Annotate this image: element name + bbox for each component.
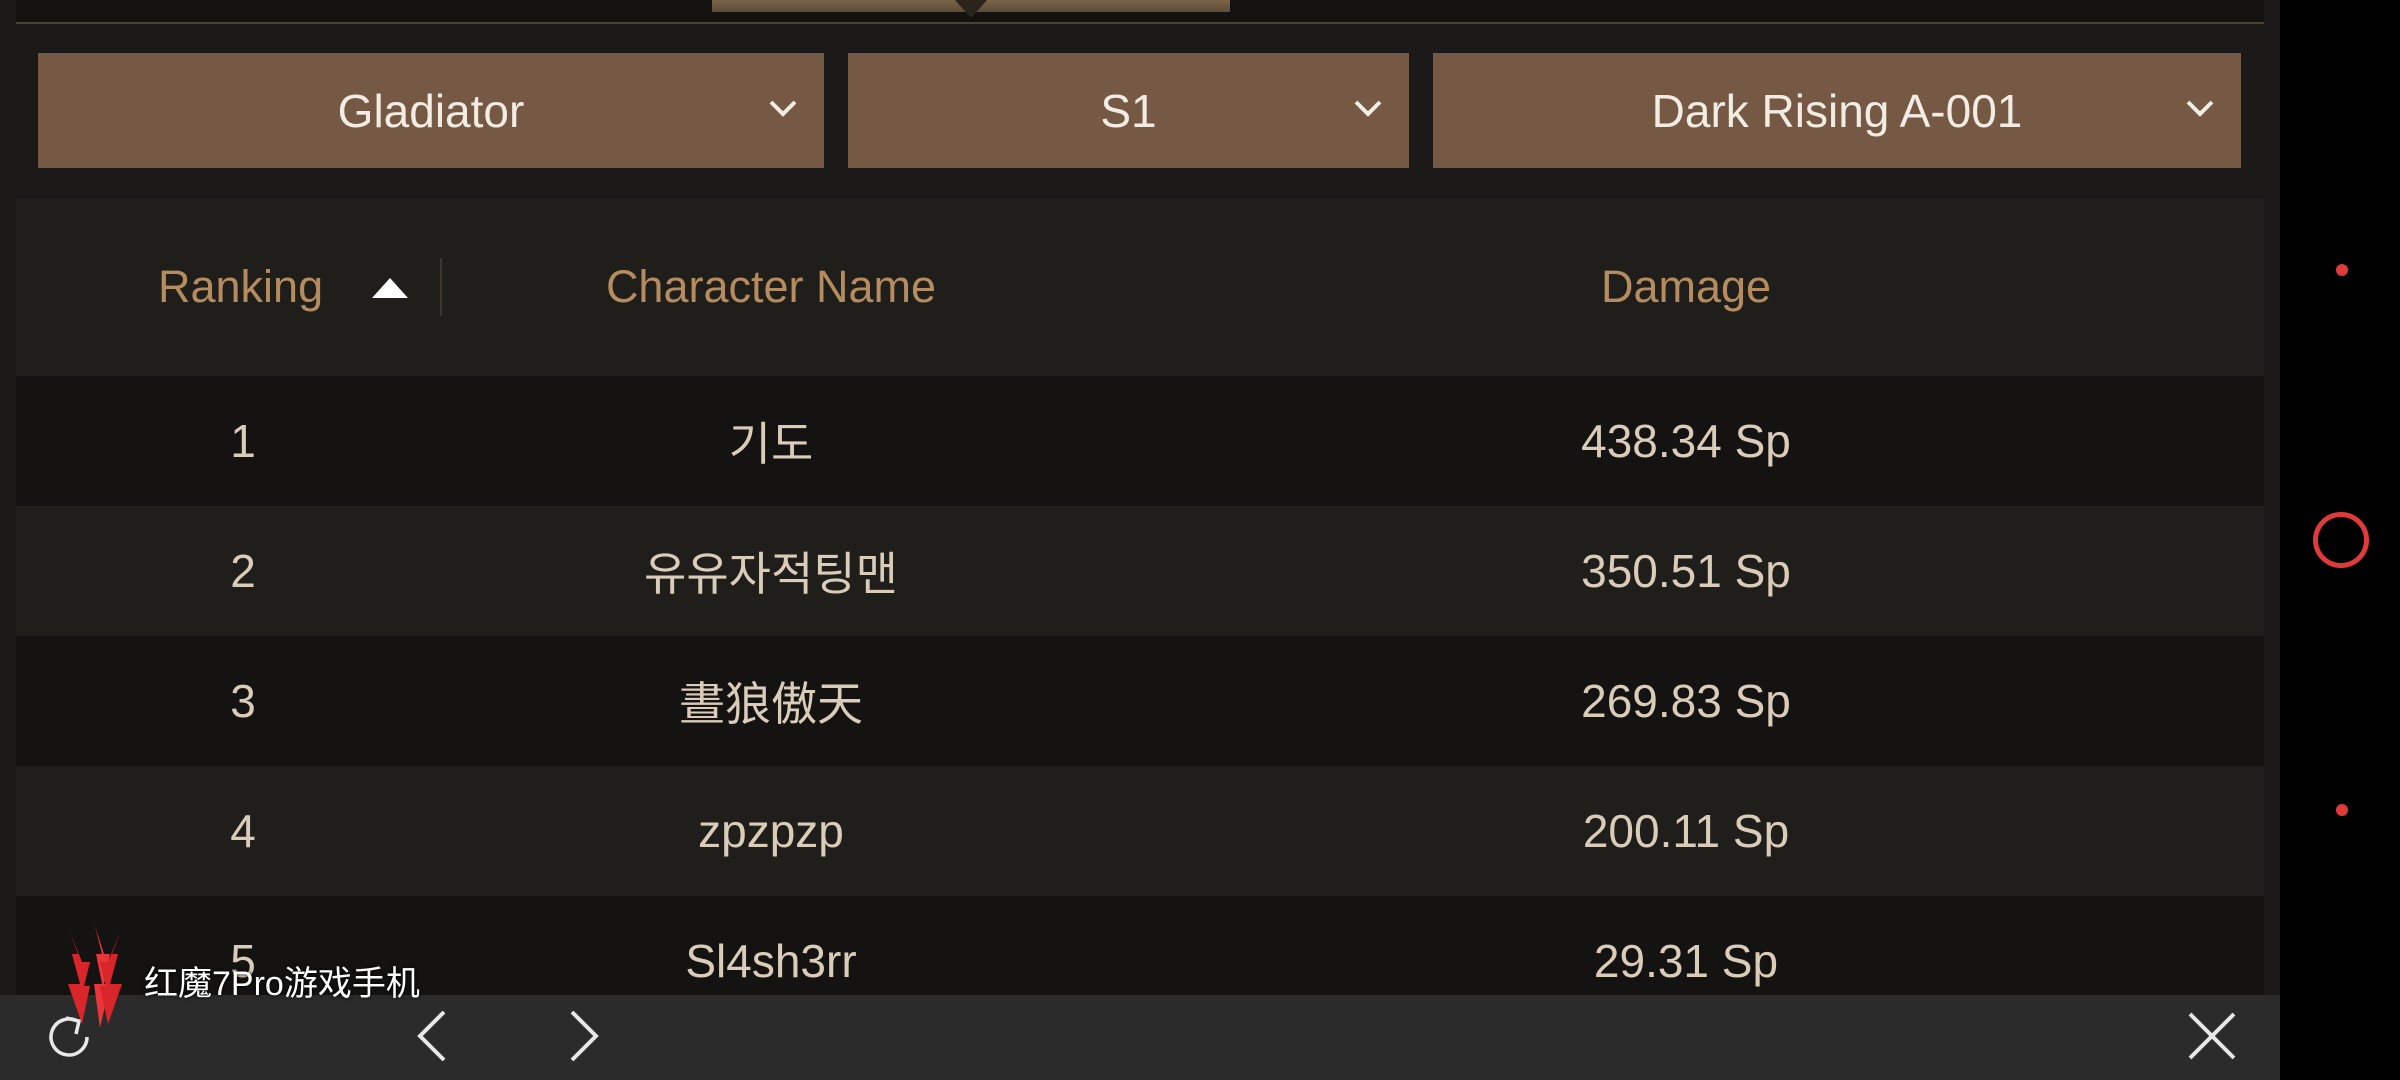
character-name-cell: Sl4sh3rr: [685, 935, 857, 987]
device-watermark: 红魔7Pro游戏手机: [60, 922, 420, 1032]
character-name-column-header: Character Name: [406, 198, 1136, 376]
sort-up-arrow-icon[interactable]: [372, 278, 408, 298]
character-name-cell: 기도: [728, 418, 814, 470]
table-row[interactable]: 4 zpzpzp 200.11 Sp: [16, 766, 2264, 896]
ranking-table: Ranking Character Name Damage 1 기도 438.3…: [16, 198, 2264, 995]
banner-notch: [955, 0, 987, 18]
character-name-header-label: Character Name: [605, 261, 937, 312]
ranking-column-header[interactable]: Ranking: [78, 198, 408, 376]
character-name-cell: 晝狼傲天: [679, 678, 863, 730]
damage-cell: 29.31 Sp: [1593, 935, 1779, 987]
home-ring-icon[interactable]: [2313, 512, 2369, 568]
chevron-down-icon: [769, 100, 797, 117]
class-dropdown[interactable]: Gladiator: [38, 53, 824, 168]
damage-cell: 350.51 Sp: [1581, 545, 1791, 597]
table-row[interactable]: 2 유유자적팅맨 350.51 Sp: [16, 506, 2264, 636]
status-dot-icon: [2336, 804, 2348, 816]
rank-cell: 3: [230, 675, 256, 727]
class-dropdown-label: Gladiator: [337, 84, 525, 137]
damage-cell: 200.11 Sp: [1582, 805, 1790, 857]
chevron-down-icon: [2186, 100, 2214, 117]
damage-cell: 269.83 Sp: [1581, 675, 1791, 727]
rank-cell: 4: [230, 805, 256, 857]
ranking-screen: Gladiator S1 Dark Rising A-001 Ranking C…: [0, 0, 2280, 1080]
chevron-right-icon[interactable]: [562, 1006, 606, 1066]
table-row[interactable]: 1 기도 438.34 Sp: [16, 376, 2264, 506]
season-dropdown-label: S1: [1100, 84, 1157, 137]
damage-column-header: Damage: [1316, 198, 2056, 376]
red-magic-logo-icon: [68, 926, 122, 1028]
watermark-text: 红魔7Pro游戏手机: [144, 964, 420, 1003]
ranking-header-label: Ranking: [158, 261, 324, 312]
status-dot-icon: [2336, 264, 2348, 276]
rank-cell: 1: [230, 415, 256, 467]
dungeon-dropdown-label: Dark Rising A-001: [1651, 84, 2023, 137]
dungeon-dropdown[interactable]: Dark Rising A-001: [1433, 53, 2241, 168]
table-header: Ranking Character Name Damage: [16, 198, 2264, 376]
character-name-cell: zpzpzp: [698, 805, 844, 857]
table-row[interactable]: 3 晝狼傲天 269.83 Sp: [16, 636, 2264, 766]
damage-header-label: Damage: [1600, 261, 1772, 312]
device-side-panel: [2280, 0, 2400, 1080]
season-dropdown[interactable]: S1: [848, 53, 1409, 168]
close-icon[interactable]: [2182, 1006, 2242, 1066]
chevron-down-icon: [1354, 100, 1382, 117]
rank-cell: 2: [230, 545, 256, 597]
character-name-cell: 유유자적팅맨: [644, 548, 898, 600]
damage-cell: 438.34 Sp: [1581, 415, 1791, 467]
